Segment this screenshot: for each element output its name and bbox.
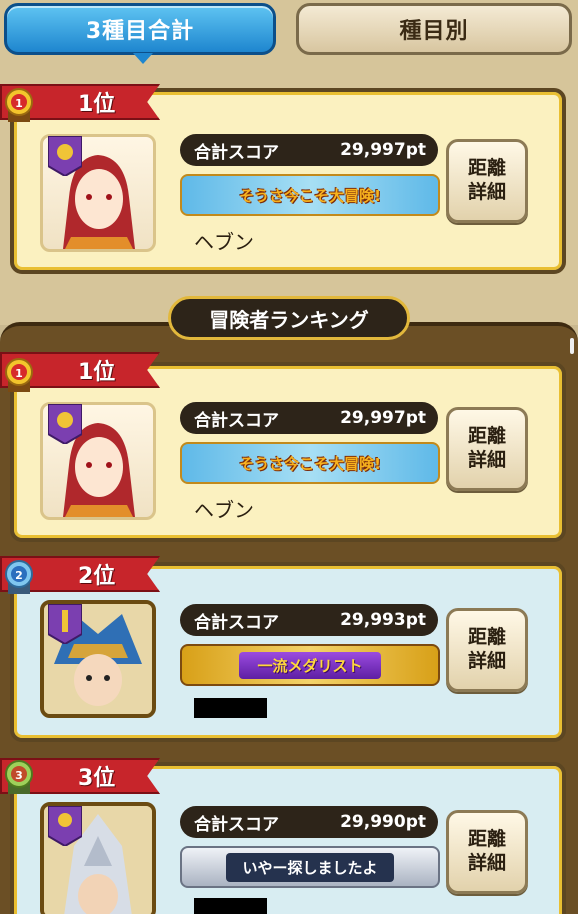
detail-button-line1: 距離 bbox=[467, 626, 506, 649]
rank-label: 2位 bbox=[78, 564, 116, 589]
score-label: 合計スコア bbox=[194, 612, 279, 633]
medal-number: 1 bbox=[15, 97, 23, 110]
detail-button-line2: 詳細 bbox=[467, 181, 506, 203]
scrollbar[interactable] bbox=[570, 338, 574, 354]
bronze-medal-icon: 3 bbox=[5, 760, 33, 794]
title-badge-text: そうさ今こそ大冒険! bbox=[239, 454, 381, 473]
tab-total-label: 3種目合計 bbox=[85, 19, 195, 44]
title-badge: そうさ今こそ大冒険! bbox=[180, 174, 440, 216]
class-emblem-icon bbox=[48, 806, 82, 846]
distance-detail-button[interactable]: 距離 詳細 bbox=[446, 407, 528, 491]
score-value: 29,997pt bbox=[340, 408, 426, 428]
tab-by-event[interactable]: 種目別 bbox=[296, 3, 572, 55]
ranking-header: 冒険者ランキング bbox=[168, 296, 410, 340]
score-label: 合計スコア bbox=[194, 410, 279, 431]
gold-medal-icon: 1 bbox=[5, 358, 33, 392]
title-badge-text: そうさ今こそ大冒険! bbox=[239, 186, 381, 205]
title-badge: そうさ今こそ大冒険! bbox=[180, 442, 440, 484]
redacted-name bbox=[194, 898, 267, 914]
title-badge: いやー探しましたよ bbox=[180, 846, 440, 888]
class-emblem-icon bbox=[48, 404, 82, 444]
distance-detail-button[interactable]: 距離 詳細 bbox=[446, 810, 528, 894]
score-bar: 合計スコア 29,997pt bbox=[180, 402, 438, 434]
gold-medal-icon: 1 bbox=[5, 88, 33, 122]
score-bar: 合計スコア 29,990pt bbox=[180, 806, 438, 838]
score-bar: 合計スコア 29,997pt bbox=[180, 134, 438, 166]
medal-number: 1 bbox=[15, 367, 23, 380]
distance-detail-button[interactable]: 距離 詳細 bbox=[446, 608, 528, 692]
score-value: 29,997pt bbox=[340, 140, 426, 160]
tab-by-event-label: 種目別 bbox=[399, 19, 469, 44]
score-bar: 合計スコア 29,993pt bbox=[180, 604, 438, 636]
medal-number: 2 bbox=[15, 569, 23, 582]
rank-label: 1位 bbox=[78, 360, 116, 385]
redacted-name bbox=[194, 698, 267, 718]
title-badge-text: 一流メダリスト bbox=[239, 651, 381, 679]
score-label: 合計スコア bbox=[194, 142, 279, 163]
title-badge-text: いやー探しましたよ bbox=[226, 852, 394, 882]
player-name: ヘブン bbox=[194, 498, 254, 522]
rank-label: 3位 bbox=[78, 766, 116, 791]
medal-number: 3 bbox=[15, 769, 23, 782]
tab-total[interactable]: 3種目合計 bbox=[4, 3, 276, 64]
tab-pointer-icon bbox=[133, 53, 153, 64]
detail-button-line2: 詳細 bbox=[467, 852, 506, 874]
player-name: ヘブン bbox=[194, 230, 254, 254]
class-emblem-icon bbox=[48, 136, 82, 176]
detail-button-line2: 詳細 bbox=[467, 449, 506, 471]
score-value: 29,993pt bbox=[340, 610, 426, 630]
detail-button-line1: 距離 bbox=[467, 425, 506, 448]
title-badge: 一流メダリスト bbox=[180, 644, 440, 686]
silver-medal-icon: 2 bbox=[5, 560, 33, 594]
class-emblem-icon bbox=[48, 604, 82, 644]
detail-button-line1: 距離 bbox=[467, 157, 506, 180]
score-label: 合計スコア bbox=[194, 814, 279, 835]
detail-button-line1: 距離 bbox=[467, 828, 506, 851]
rank-label: 1位 bbox=[78, 92, 116, 117]
distance-detail-button[interactable]: 距離 詳細 bbox=[446, 139, 528, 223]
score-value: 29,990pt bbox=[340, 812, 426, 832]
detail-button-line2: 詳細 bbox=[467, 650, 506, 672]
